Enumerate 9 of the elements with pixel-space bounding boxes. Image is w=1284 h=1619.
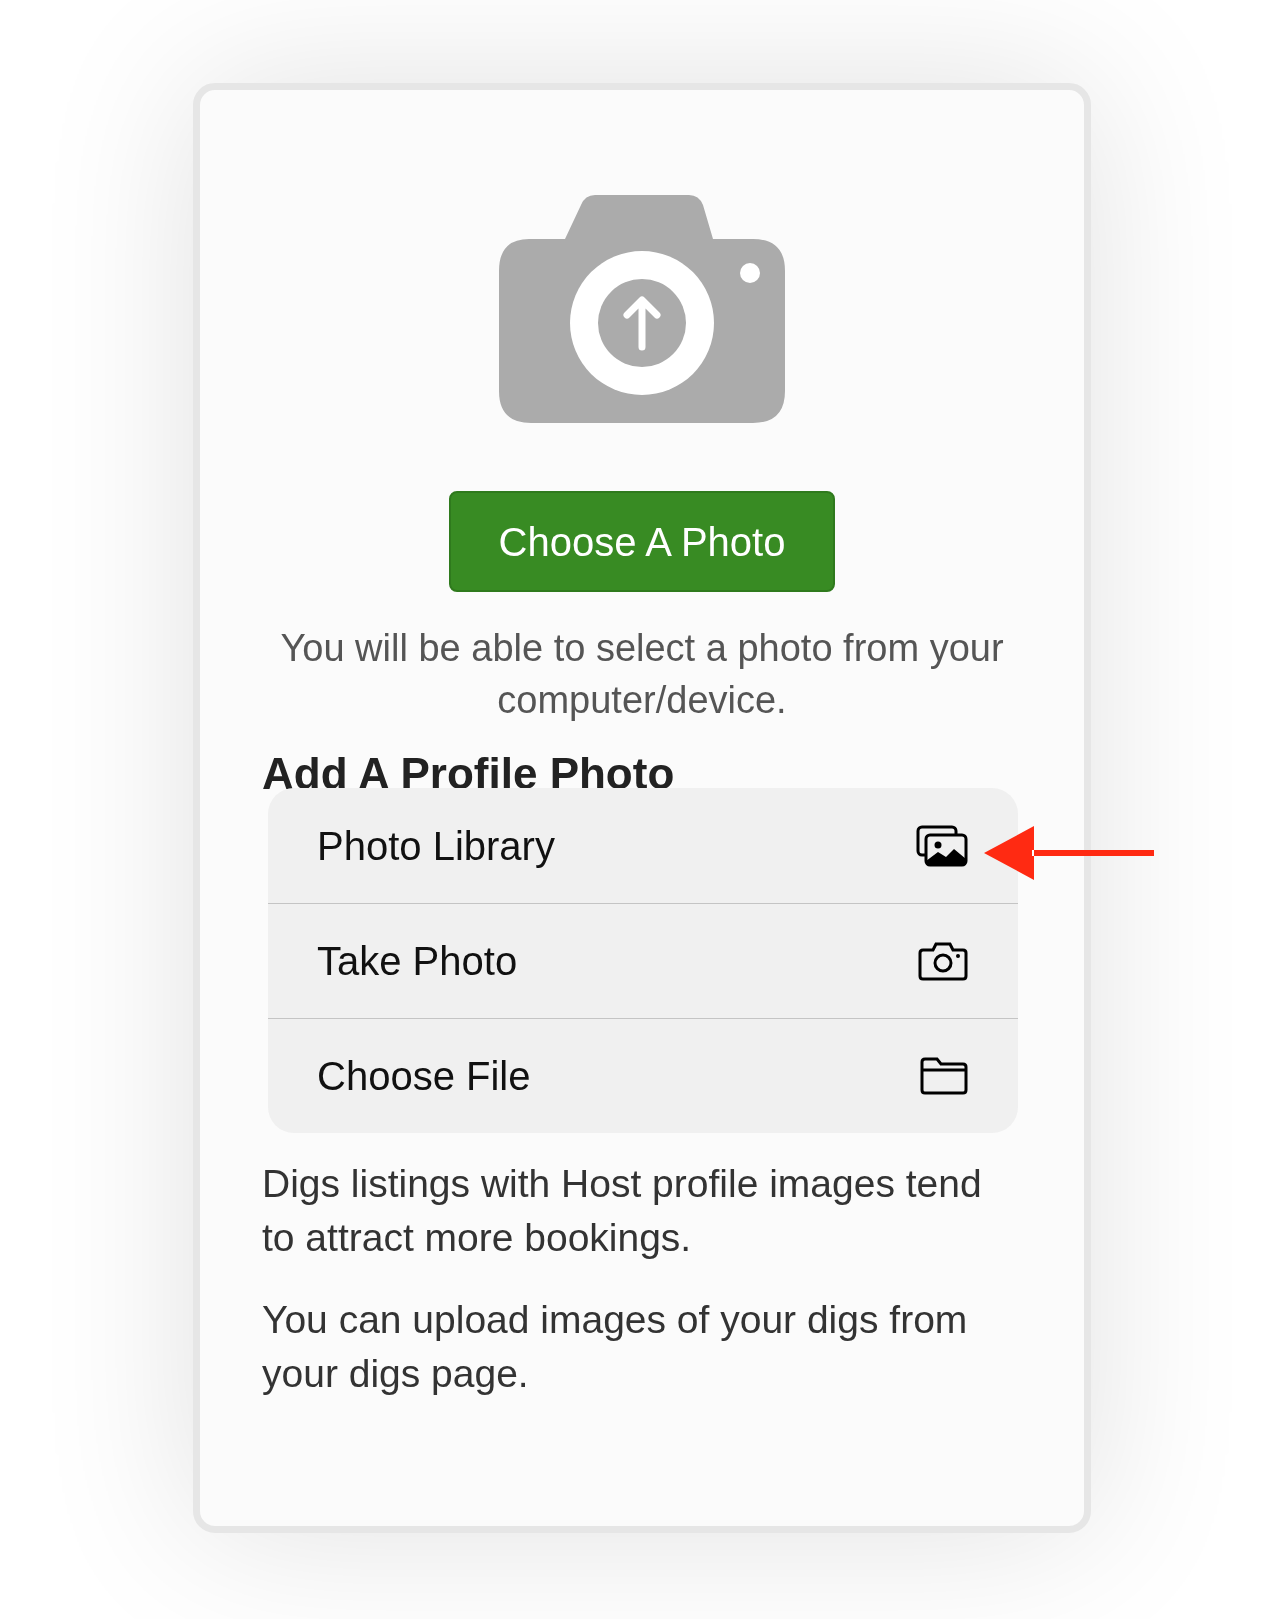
menu-item-label: Photo Library <box>317 822 555 870</box>
menu-item-label: Take Photo <box>317 938 518 985</box>
upload-hint: You will be able to select a photo from your computer/device. <box>279 626 1005 723</box>
info-paragraph: You can upload images of your digs from your digs page. <box>262 1297 969 1397</box>
choose-photo-button[interactable]: Choose A Photo <box>449 491 835 592</box>
menu-item[interactable]: Take Photo <box>268 903 1018 1018</box>
menu-item-label: Choose File <box>317 1053 531 1100</box>
menu-item[interactable]: Choose File <box>268 1018 1018 1133</box>
info-paragraph: Digs listings with Host profile images tend to attract more bookings. <box>262 1161 983 1261</box>
